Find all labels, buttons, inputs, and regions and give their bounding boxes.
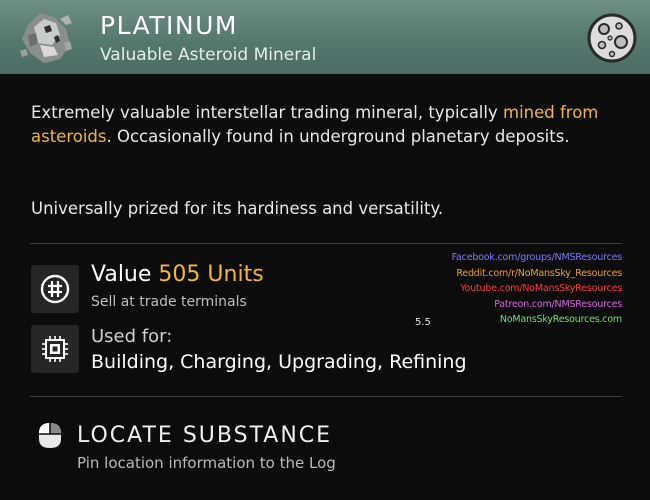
platinum-ore-icon [20,13,72,63]
value-icon-box [31,265,79,313]
link-youtube: Youtube.com/NoMansSkyResources [460,283,622,294]
used-for-icon-box [31,325,79,373]
link-facebook: Facebook.com/groups/NMSResources [451,252,623,263]
chip-icon [42,336,68,362]
item-title: PLATINUM [100,11,238,40]
used-for-label: Used for: [91,326,173,347]
link-website: NoMansSkyResources.com [499,314,622,325]
units-currency-icon [40,274,70,304]
link-patreon: Patreon.com/NMSResources [494,298,622,310]
mouse-icon [39,423,61,448]
value-line: Value 505 Units [91,262,264,287]
locate-title[interactable]: LOCATE SUBSTANCE [77,423,332,448]
item-header: PLATINUM Valuable Asteroid Mineral [0,0,650,74]
divider [30,243,622,244]
version-label: 5.5 [415,317,431,328]
divider [30,396,622,397]
description-text-2: . Occasionally found in underground plan… [106,127,570,146]
item-subtitle: Valuable Asteroid Mineral [100,45,317,65]
link-reddit: Reddit.com/r/NoMansSky_Resources [456,267,622,279]
value-amount: 505 Units [158,262,264,287]
value-sub: Sell at trade terminals [91,294,247,310]
value-label: Value [91,262,152,287]
asteroid-icon [587,13,637,63]
item-description: Extremely valuable interstellar trading … [31,101,621,149]
item-description-2: Universally prized for its hardiness and… [31,199,444,218]
watermark-links: Facebook.com/groups/NMSResources Reddit.… [451,250,623,328]
locate-sub: Pin location information to the Log [77,454,336,472]
used-for-value: Building, Charging, Upgrading, Refining [91,351,467,373]
description-text-1: Extremely valuable interstellar trading … [31,103,503,122]
